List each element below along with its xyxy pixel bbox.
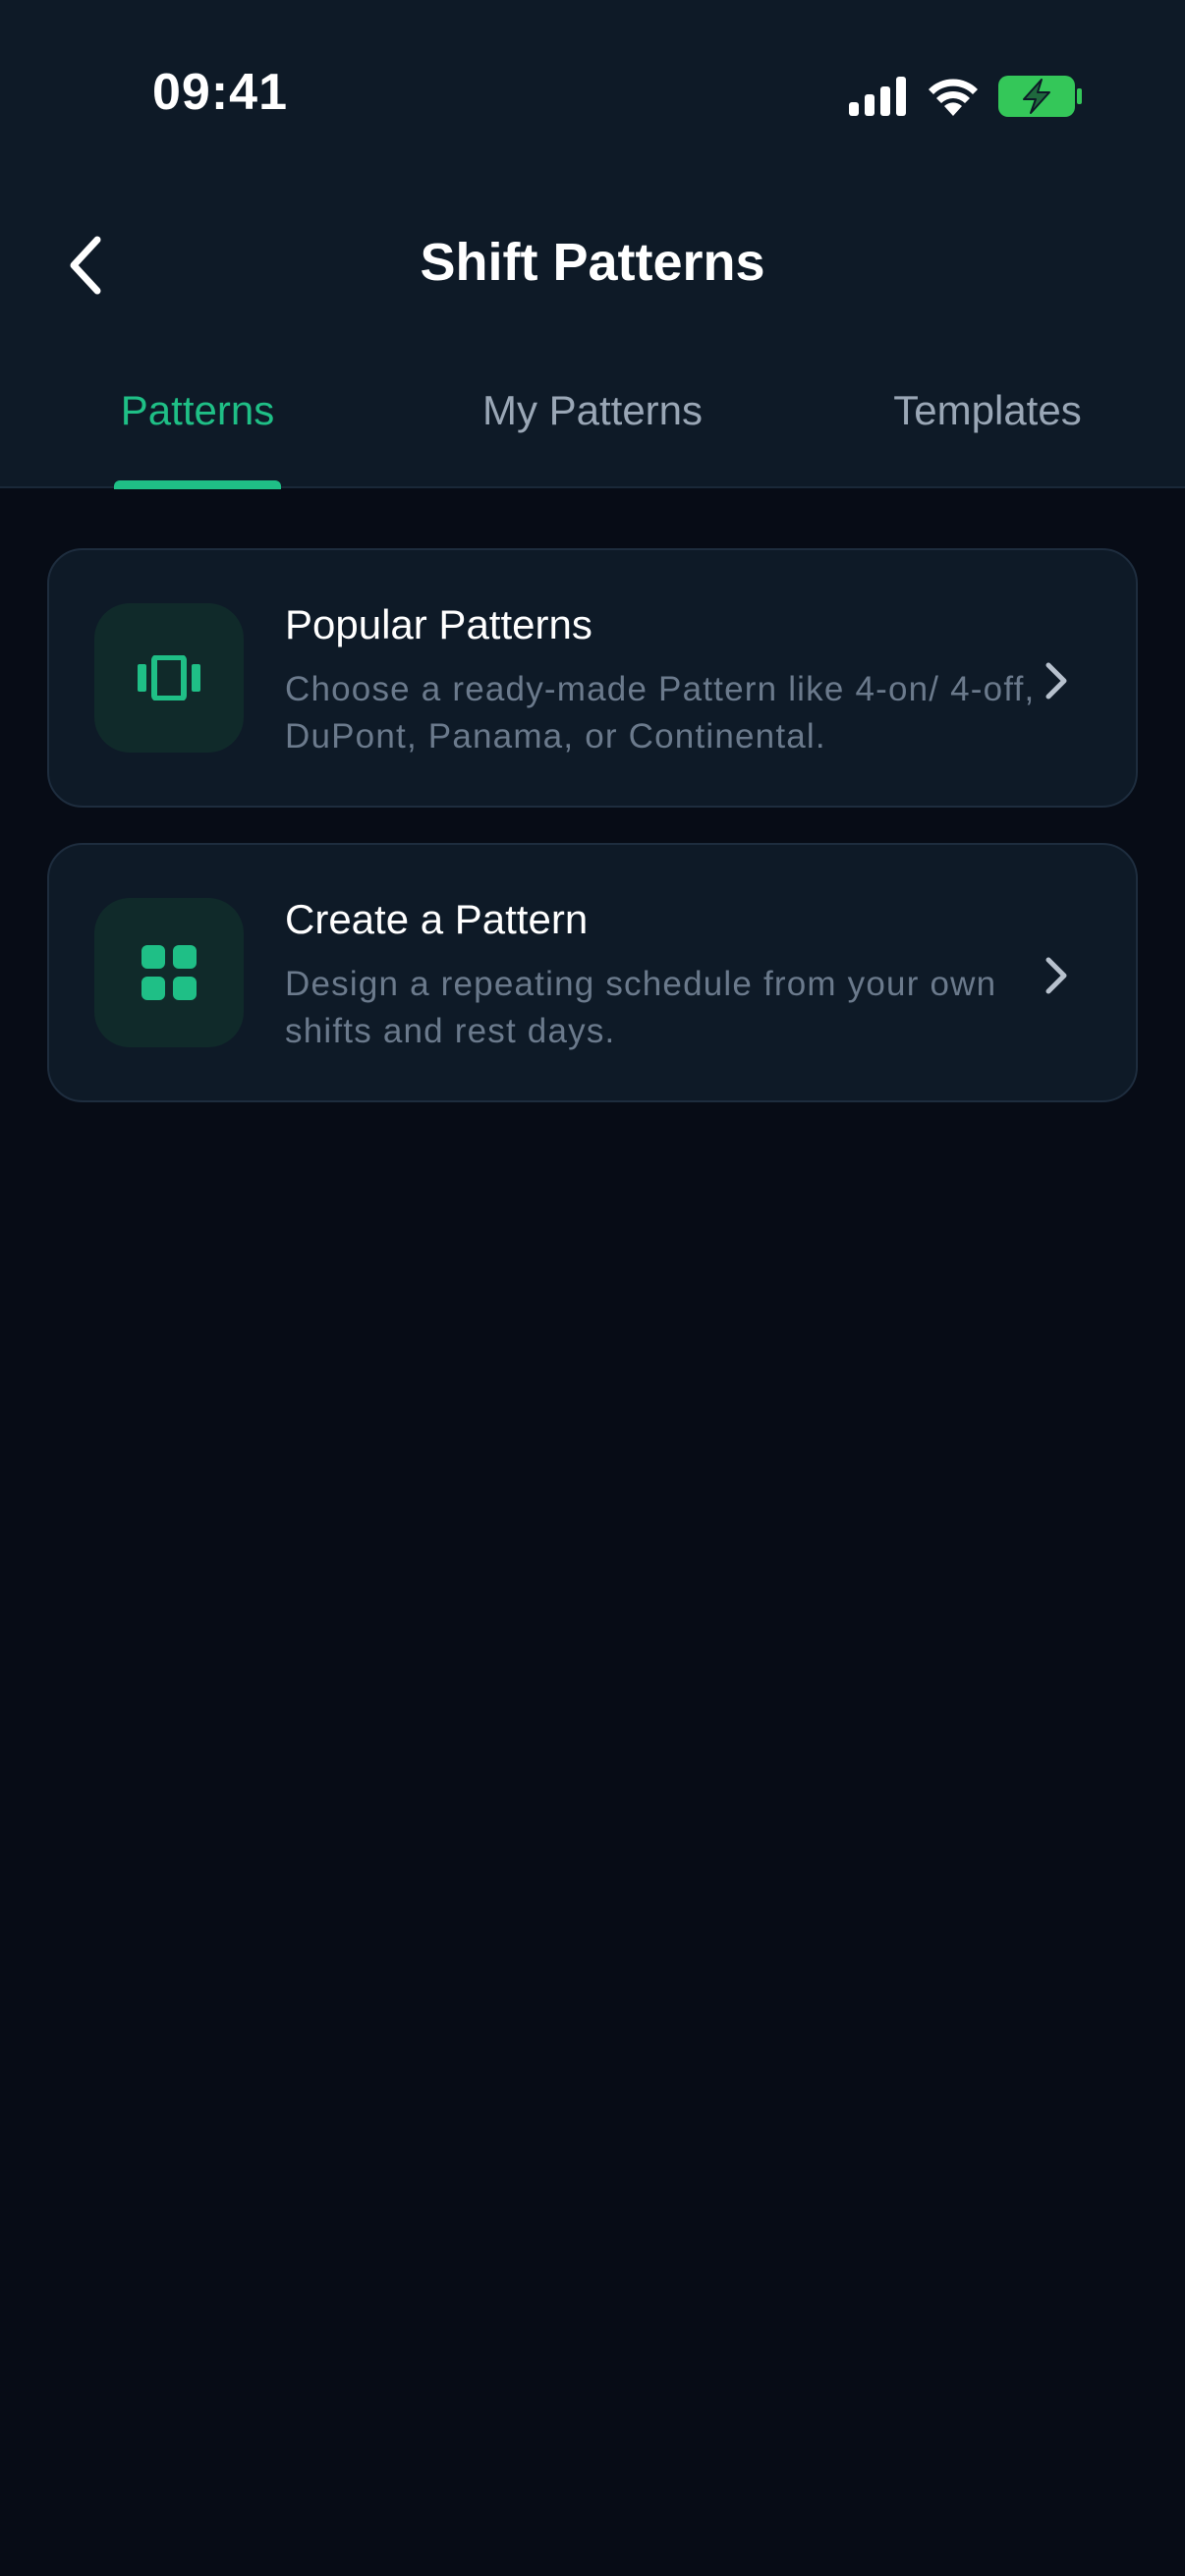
wifi-icon [929,79,978,116]
tab-templates[interactable]: Templates [790,387,1185,434]
chevron-right-icon [1034,951,1079,1000]
tab-bar: Patterns My Patterns Templates [0,334,1185,489]
battery-charging-icon [998,76,1082,117]
card-title: Popular Patterns [285,601,592,647]
card-description: Design a repeating schedule from your ow… [285,965,997,1050]
chevron-right-icon [1034,656,1079,705]
header: 09:41 Shift Patterns Patterns My Pattern… [0,0,1185,489]
tab-my-patterns[interactable]: My Patterns [395,387,790,434]
tab-patterns[interactable]: Patterns [0,387,395,434]
carousel-icon [138,655,200,700]
card-title: Create a Pattern [285,896,589,942]
status-time: 09:41 [152,64,288,121]
card-icon-container [94,603,244,753]
nav-bar: Shift Patterns [0,196,1185,334]
card-icon-container [94,898,244,1047]
grid-icon [141,945,197,1000]
cellular-signal-icon [849,77,906,116]
popular-patterns-card[interactable]: Popular Patterns Choose a ready-made Pat… [47,548,1138,808]
active-tab-indicator [114,480,281,489]
create-pattern-card[interactable]: Create a Pattern Design a repeating sche… [47,843,1138,1102]
card-description: Choose a ready-made Pattern like 4-on/ 4… [285,670,1036,756]
status-bar: 09:41 [0,0,1185,196]
page-title: Shift Patterns [420,233,765,292]
